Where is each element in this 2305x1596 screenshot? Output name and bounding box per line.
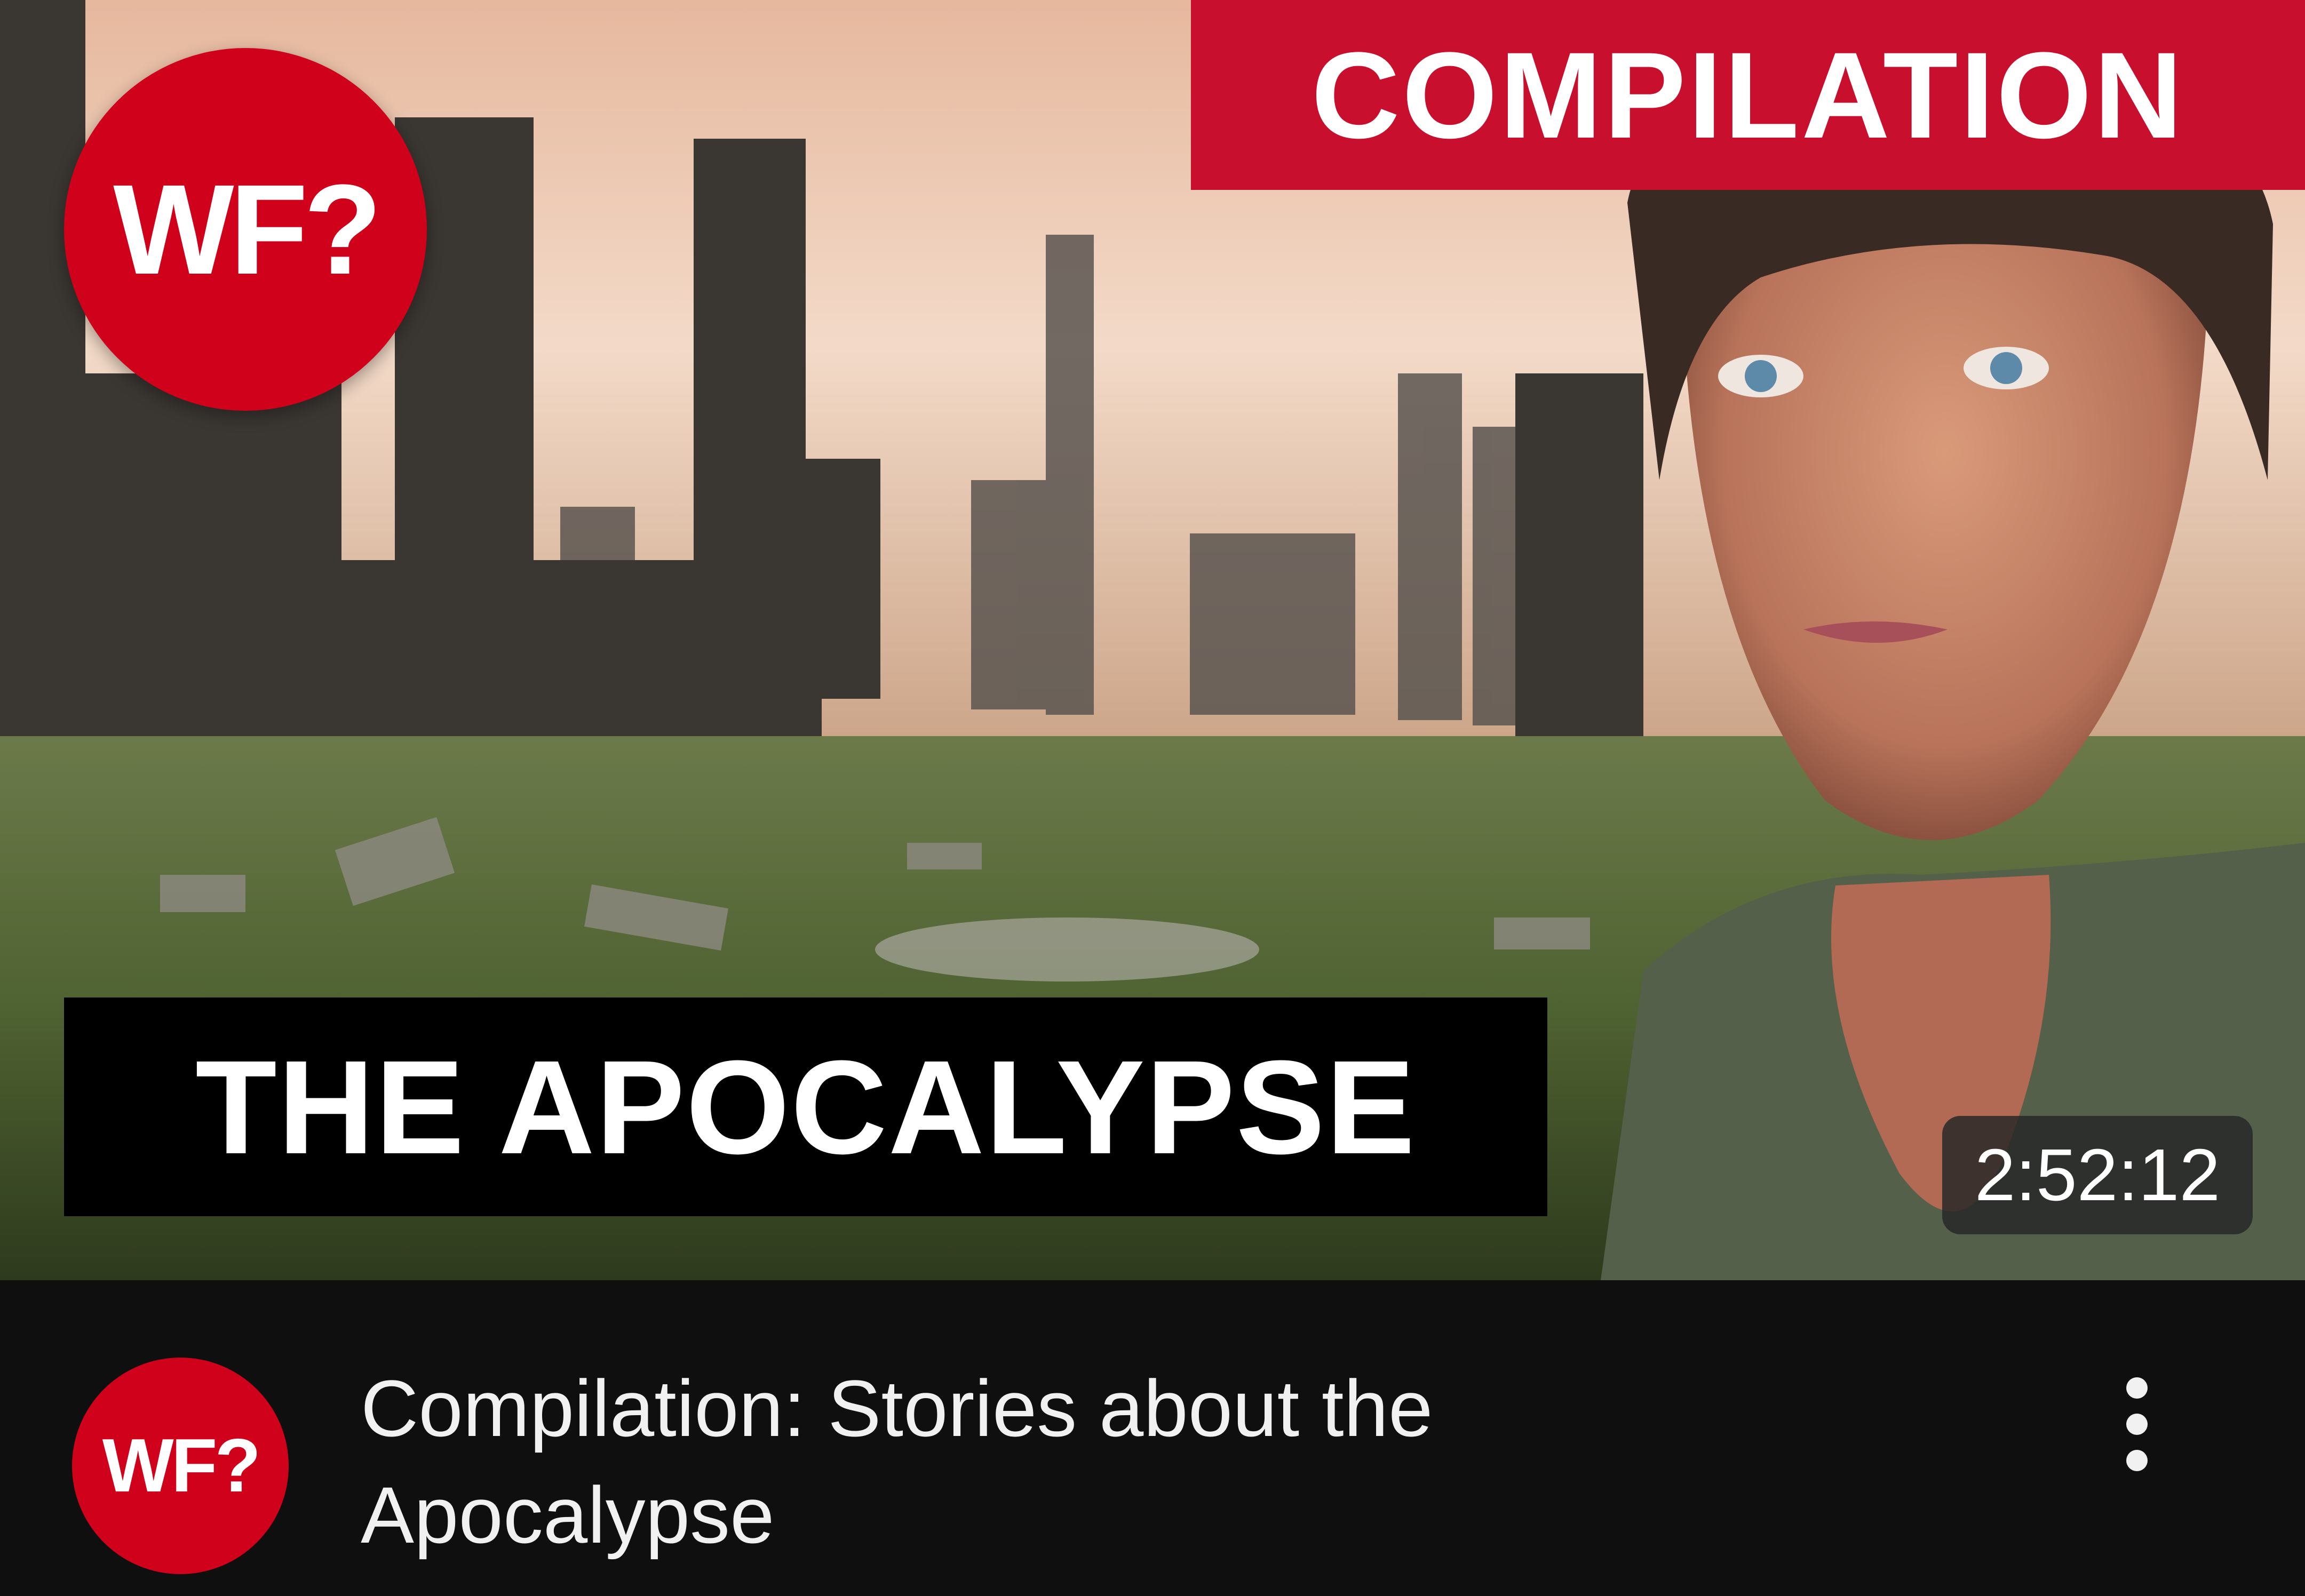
channel-avatar[interactable]: WF? <box>72 1358 289 1574</box>
wf-logo-badge: WF? <box>64 48 427 411</box>
vertical-ellipsis-icon <box>2126 1414 2148 1435</box>
duration-badge: 2:52:12 <box>1942 1116 2253 1234</box>
vertical-ellipsis-icon <box>2126 1450 2148 1471</box>
thumbnail-title-banner: THE APOCALYPSE <box>64 998 1547 1216</box>
video-title[interactable]: Compilation: Stories about the Apocalyps… <box>361 1355 1748 1568</box>
video-thumbnail[interactable]: WF? COMPILATION THE APOCALYPSE 2:52:12 <box>0 0 2305 1280</box>
vertical-ellipsis-icon <box>2126 1377 2148 1399</box>
more-options-button[interactable] <box>2097 1366 2177 1483</box>
compilation-banner: COMPILATION <box>1191 0 2305 190</box>
